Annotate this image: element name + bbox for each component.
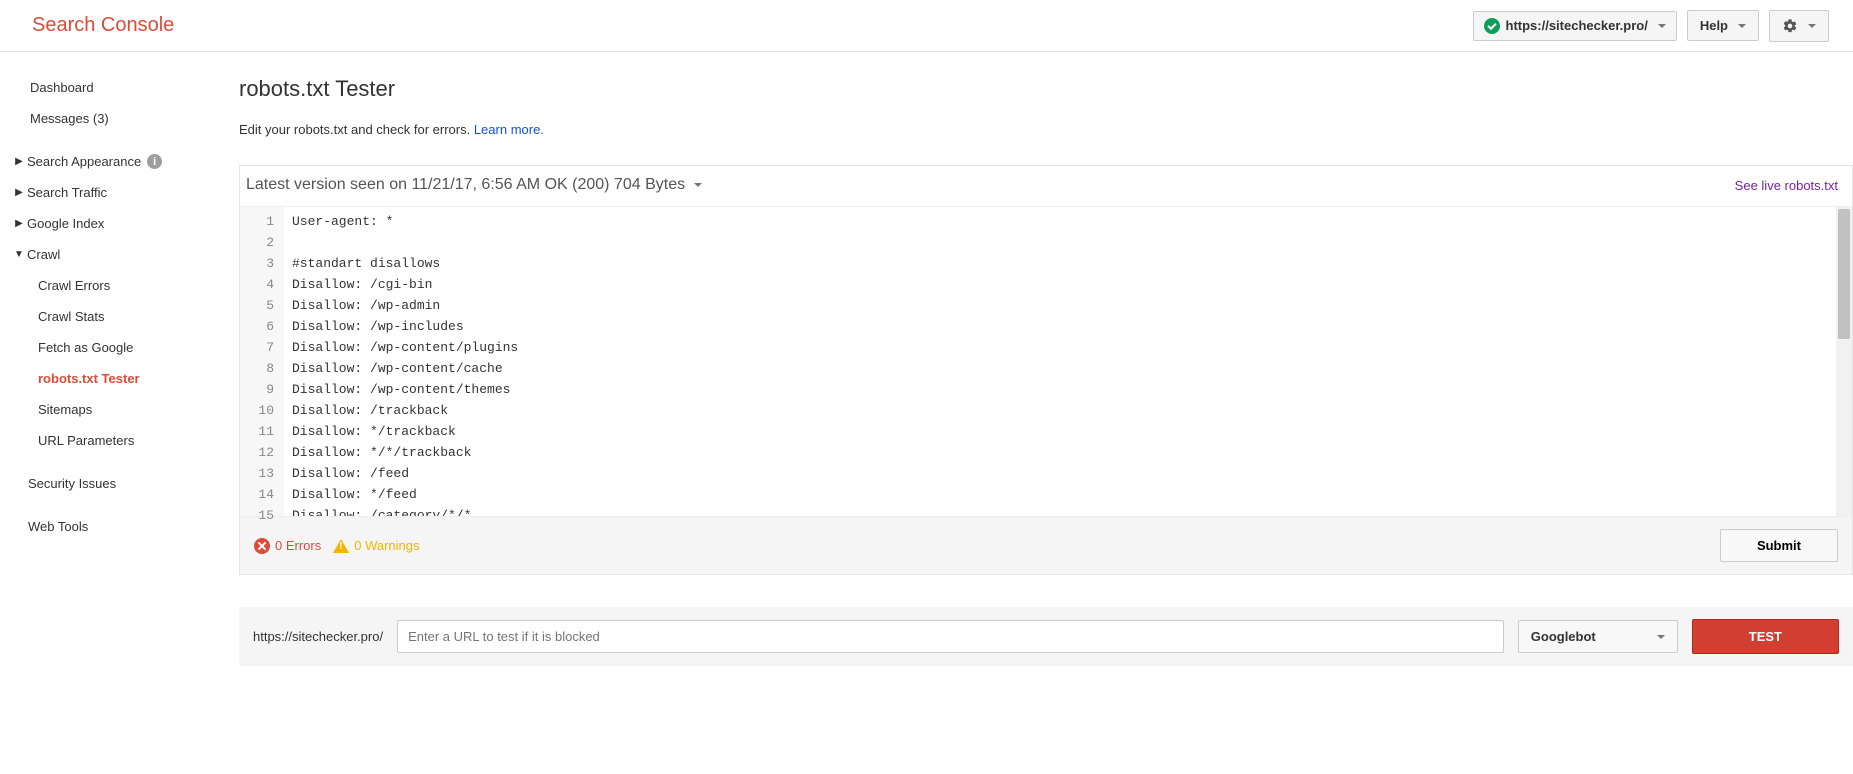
code-line: Disallow: /category/*/* [292,505,1844,516]
warning-icon [333,539,349,553]
sidebar-item-label: Crawl Stats [38,309,104,324]
code-line: Disallow: */*/trackback [292,442,1844,463]
checkmark-icon [1484,18,1500,34]
url-input[interactable] [397,620,1504,653]
sidebar-item-label: Dashboard [30,80,94,95]
caret-down-icon [1657,635,1665,639]
chevron-right-icon: ▶ [14,156,24,167]
code-area[interactable]: User-agent: * #standart disallowsDisallo… [284,207,1852,516]
sidebar: DashboardMessages (3)▶Search Appearancei… [0,52,215,690]
code-line: Disallow: /wp-content/cache [292,358,1844,379]
sidebar-item-label: Security Issues [28,476,116,491]
chevron-right-icon: ▶ [14,218,24,229]
help-label: Help [1700,18,1728,33]
page-subtitle: Edit your robots.txt and check for error… [239,122,1853,137]
code-line: Disallow: /wp-admin [292,295,1844,316]
chevron-right-icon: ▶ [14,187,24,198]
sidebar-item-label: URL Parameters [38,433,134,448]
sidebar-item-google-index[interactable]: ▶Google Index [0,208,215,239]
sidebar-item-label: Fetch as Google [38,340,133,355]
submit-button[interactable]: Submit [1720,529,1838,562]
bot-label: Googlebot [1531,629,1596,644]
sidebar-item-search-appearance[interactable]: ▶Search Appearance i [0,146,215,177]
sidebar-item-label: robots.txt Tester [38,371,140,386]
robots-editor[interactable]: 123456789101112131415 User-agent: * #sta… [240,206,1852,516]
sidebar-item-label: Web Tools [28,519,88,534]
page-title: robots.txt Tester [239,76,1853,102]
caret-down-icon [694,183,702,187]
gear-icon [1782,18,1798,34]
sidebar-item-label: Google Index [27,216,104,231]
code-line [292,232,1844,253]
code-line: Disallow: /wp-content/themes [292,379,1844,400]
app-logo[interactable]: Search Console [32,14,174,37]
sidebar-item-crawl-stats[interactable]: Crawl Stats [0,301,215,332]
url-prefix: https://sitechecker.pro/ [253,629,383,644]
code-line: Disallow: */trackback [292,421,1844,442]
version-dropdown[interactable]: Latest version seen on 11/21/17, 6:56 AM… [246,176,702,194]
scrollbar-thumb[interactable] [1838,209,1850,339]
code-line: Disallow: /trackback [292,400,1844,421]
line-gutter: 123456789101112131415 [240,207,284,516]
code-line: Disallow: */feed [292,484,1844,505]
sidebar-item-messages-3[interactable]: Messages (3) [0,103,215,134]
sidebar-item-label: Crawl Errors [38,278,110,293]
chevron-down-icon: ▼ [14,249,24,260]
test-button[interactable]: TEST [1692,619,1839,654]
sidebar-item-security-issues[interactable]: Security Issues [0,468,215,499]
warning-count: 0 Warnings [354,538,419,553]
sidebar-item-fetch-as-google[interactable]: Fetch as Google [0,332,215,363]
code-line: User-agent: * [292,211,1844,232]
sidebar-item-web-tools[interactable]: Web Tools [0,511,215,542]
sidebar-item-label: Crawl [27,247,60,262]
code-line: Disallow: /wp-content/plugins [292,337,1844,358]
sidebar-item-label: Search Traffic [27,185,107,200]
sidebar-item-url-parameters[interactable]: URL Parameters [0,425,215,456]
error-count: 0 Errors [275,538,321,553]
sidebar-item-sitemaps[interactable]: Sitemaps [0,394,215,425]
sidebar-item-search-traffic[interactable]: ▶Search Traffic [0,177,215,208]
code-line: #standart disallows [292,253,1844,274]
scrollbar[interactable] [1836,207,1852,516]
see-live-link[interactable]: See live robots.txt [1735,178,1838,193]
caret-down-icon [1658,24,1666,28]
code-line: Disallow: /feed [292,463,1844,484]
info-icon: i [147,154,162,169]
sidebar-item-dashboard[interactable]: Dashboard [0,72,215,103]
caret-down-icon [1808,24,1816,28]
bot-selector[interactable]: Googlebot [1518,620,1678,653]
help-button[interactable]: Help [1687,10,1759,41]
sidebar-item-label: Messages (3) [30,111,109,126]
caret-down-icon [1738,24,1746,28]
learn-more-link[interactable]: Learn more. [474,122,544,137]
property-url: https://sitechecker.pro/ [1506,18,1648,33]
property-selector[interactable]: https://sitechecker.pro/ [1473,11,1677,41]
sidebar-item-label: Sitemaps [38,402,92,417]
error-icon [254,538,270,554]
sidebar-item-crawl-errors[interactable]: Crawl Errors [0,270,215,301]
sidebar-item-robots-txt-tester[interactable]: robots.txt Tester [0,363,215,394]
code-line: Disallow: /wp-includes [292,316,1844,337]
settings-button[interactable] [1769,10,1829,42]
sidebar-item-label: Search Appearance [27,154,141,169]
sidebar-item-crawl[interactable]: ▼Crawl [0,239,215,270]
code-line: Disallow: /cgi-bin [292,274,1844,295]
